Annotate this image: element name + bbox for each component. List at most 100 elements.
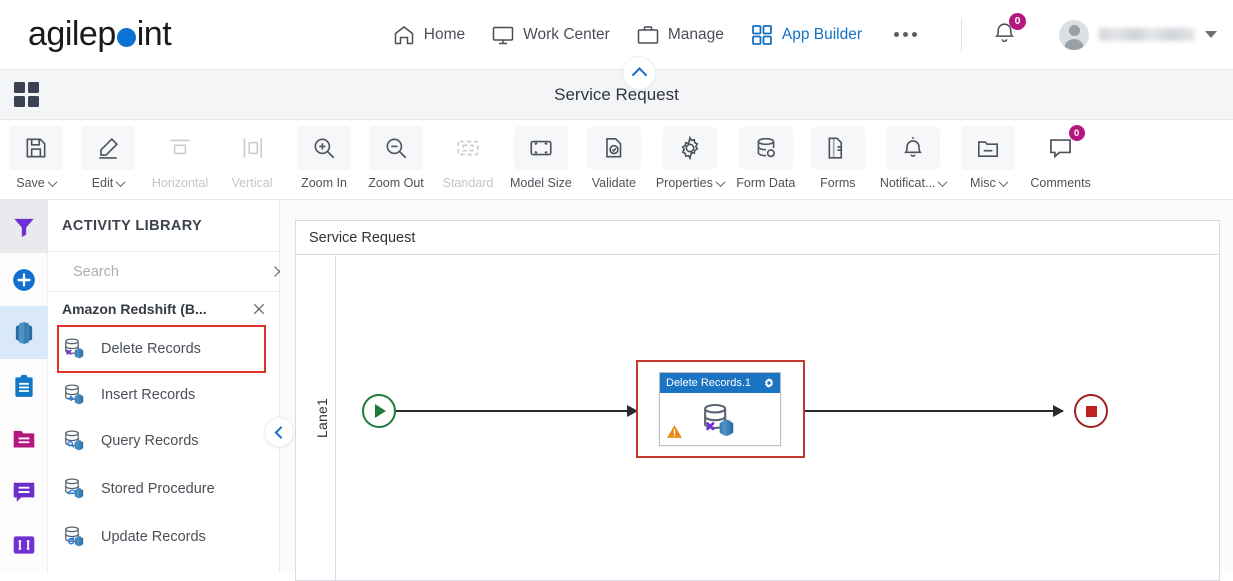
warning-icon (667, 425, 682, 438)
toolbar-standard-label: Standard (442, 176, 494, 190)
logo-text-part2: int (136, 15, 172, 53)
chat-icon (13, 482, 34, 502)
library-item-delete-records[interactable]: Delete Records (57, 325, 266, 373)
nav-item-home[interactable]: Home (392, 23, 465, 47)
activity-library-panel: ACTIVITY LIBRARY Amazon Redshift (B... (48, 200, 294, 573)
chevron-up-icon (631, 66, 647, 83)
briefcase-icon (636, 23, 660, 47)
pool-body: Lane1 Delete Records.1 (296, 256, 1219, 580)
db-update-icon (65, 526, 84, 547)
app-grid-icon[interactable] (14, 82, 39, 107)
chevron-down-icon (47, 176, 58, 187)
activity-delete-records[interactable]: Delete Records.1 (659, 372, 781, 446)
page-title: Service Request (554, 84, 679, 104)
toolbar-form-data-button[interactable]: Form Data (730, 126, 802, 190)
end-event[interactable] (1074, 394, 1108, 428)
nav-item-manage[interactable]: Manage (636, 23, 724, 47)
pencil-icon (81, 126, 135, 170)
toolbar-misc-label: Misc (970, 176, 996, 190)
library-item-insert-records[interactable]: Insert Records (48, 372, 279, 418)
add-icon (12, 268, 35, 291)
library-item-update-records[interactable]: Update Records (48, 514, 279, 560)
toolbar-zoom-out-button[interactable]: Zoom Out (360, 126, 432, 190)
rail-item-clipboard[interactable] (0, 359, 48, 412)
nav-item-app-builder[interactable]: App Builder (750, 23, 862, 47)
library-item-query-records[interactable]: Query Records (48, 418, 279, 464)
process-canvas-area[interactable]: Service Request Lane1 Delete Records.1 (280, 200, 1233, 581)
user-menu[interactable] (1059, 19, 1219, 50)
library-item-label: Insert Records (101, 386, 196, 403)
nav-item-work-center-label: Work Center (523, 25, 610, 43)
db-delete-icon (65, 338, 84, 359)
notifications-button[interactable]: 0 (992, 12, 1026, 50)
bell-icon (886, 126, 941, 170)
toolbar-comments-button[interactable]: 0 Comments (1024, 125, 1096, 190)
toolbar-forms-label: Forms (820, 176, 856, 190)
app-bar: Service Request (0, 56, 1233, 120)
toolbar-forms-button[interactable]: Forms (802, 126, 874, 190)
comment-icon: 0 (1034, 125, 1088, 170)
rail-item-columns[interactable] (0, 518, 48, 571)
toolbar-zoom-out-label: Zoom Out (368, 176, 424, 190)
app-root: agilep int Home Work Center Manage App B… (0, 0, 1233, 581)
fit-standard-icon (441, 126, 495, 170)
toolbar-horizontal-button[interactable]: Horizontal (144, 126, 216, 190)
library-group-label: Amazon Redshift (B... (62, 301, 207, 317)
db-insert-icon (65, 384, 84, 405)
toolbar-zoom-in-button[interactable]: Zoom In (288, 126, 360, 190)
nav-item-work-center[interactable]: Work Center (491, 23, 610, 47)
collapse-toolbar-button[interactable] (622, 56, 656, 90)
toolbar-misc-button[interactable]: Misc (952, 126, 1024, 190)
form-data-icon (738, 126, 793, 170)
left-icon-rail (0, 200, 48, 573)
lane-canvas[interactable]: Delete Records.1 (336, 256, 1219, 580)
monitor-icon (491, 23, 515, 47)
filter-icon (13, 218, 34, 237)
search-input[interactable] (71, 262, 262, 281)
toolbar-comments-label: Comments (1030, 176, 1091, 190)
nav-divider (961, 17, 962, 52)
toolbar-standard-button[interactable]: Standard (432, 126, 504, 190)
save-icon (9, 126, 63, 170)
lane-label-text: Lane1 (314, 398, 330, 438)
collapse-panel-button[interactable] (264, 417, 294, 447)
rail-item-chat[interactable] (0, 465, 48, 518)
agilepoint-logo[interactable]: agilep int (28, 15, 172, 54)
close-group-icon[interactable] (251, 301, 267, 317)
nav-item-app-builder-label: App Builder (781, 25, 862, 43)
rail-item-folder[interactable] (0, 412, 48, 465)
start-event[interactable] (362, 394, 396, 428)
more-menu-icon[interactable] (894, 32, 917, 37)
chevron-down-icon (715, 176, 726, 187)
toolbar-validate-button[interactable]: Validate (578, 126, 650, 190)
align-vertical-icon (225, 126, 279, 170)
top-nav-items: Home Work Center Manage App Builder 0 (392, 12, 1233, 52)
db-stored-procedure-icon (65, 478, 84, 499)
toolbar-notifications-button[interactable]: Notificat... (874, 126, 953, 190)
lane-label: Lane1 (309, 256, 336, 580)
align-horizontal-icon (153, 126, 207, 170)
toolbar-vertical-button[interactable]: Vertical (216, 126, 288, 190)
toolbar-vertical-label: Vertical (231, 176, 273, 190)
toolbar-edit-button[interactable]: Edit (72, 126, 144, 190)
gear-icon[interactable] (763, 377, 775, 389)
columns-icon (13, 535, 34, 554)
search-row (48, 252, 285, 292)
zoom-in-icon (297, 126, 351, 170)
pool-title: Service Request (296, 221, 1219, 255)
rail-item-filter[interactable] (0, 200, 48, 253)
rail-item-add[interactable] (0, 253, 48, 306)
toolbar-properties-button[interactable]: Properties (650, 126, 730, 190)
library-item-stored-procedure[interactable]: Stored Procedure (48, 464, 279, 514)
db-query-icon (65, 430, 84, 451)
toolbar-save-label: Save (16, 176, 45, 190)
nav-item-manage-label: Manage (667, 25, 724, 43)
toolbar-model-size-button[interactable]: Model Size (504, 126, 578, 190)
clipboard-icon (14, 374, 33, 397)
library-item-label: Delete Records (101, 340, 201, 357)
library-item-label: Query Records (101, 432, 199, 449)
activity-header: Delete Records.1 (660, 373, 780, 393)
toolbar-save-button[interactable]: Save (0, 126, 72, 190)
rail-item-redshift[interactable] (0, 306, 48, 359)
toolbar-edit-label: Edit (91, 176, 114, 190)
